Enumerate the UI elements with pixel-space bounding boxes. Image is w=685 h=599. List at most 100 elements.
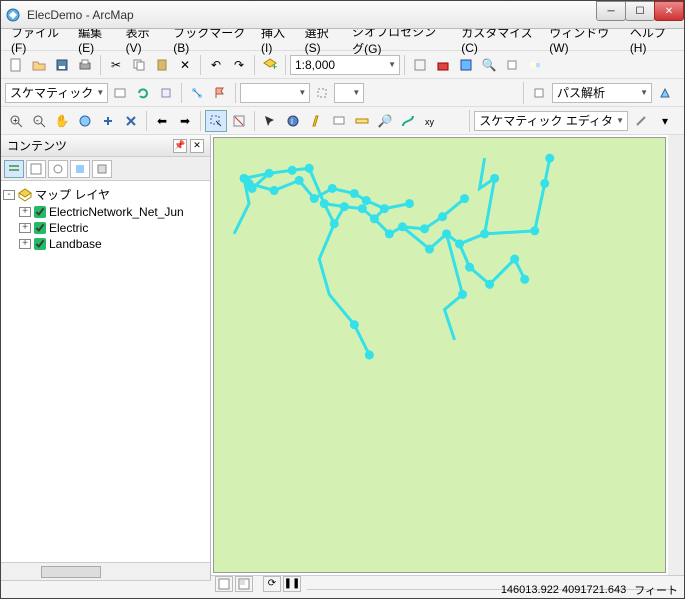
schematic-editor-dropdown-icon[interactable]: ▾: [654, 110, 676, 132]
cut-button[interactable]: ✂: [105, 54, 127, 76]
open-button[interactable]: [28, 54, 50, 76]
new-button[interactable]: [5, 54, 27, 76]
svg-text:i: i: [291, 116, 293, 126]
expand-icon[interactable]: +: [19, 207, 31, 217]
html-popup-icon[interactable]: [328, 110, 350, 132]
svg-text:+: +: [13, 116, 18, 125]
delete-button[interactable]: ✕: [174, 54, 196, 76]
toc-layer-1[interactable]: + Electric: [3, 220, 208, 236]
layer-name: ElectricNetwork_Net_Jun: [49, 205, 184, 219]
data-view-button[interactable]: [215, 576, 233, 592]
toc-header: コンテンツ 📌 ✕: [1, 135, 210, 157]
toc-layer-2[interactable]: + Landbase: [3, 236, 208, 252]
find-icon[interactable]: 🔎: [374, 110, 396, 132]
schematic-update-icon[interactable]: [132, 82, 154, 104]
svg-text:+: +: [272, 62, 277, 72]
prev-extent-icon[interactable]: ⬅: [151, 110, 173, 132]
toc-list-by-visibility[interactable]: [48, 160, 68, 178]
go-to-xy-icon[interactable]: xy: [420, 110, 442, 132]
full-extent-icon[interactable]: [74, 110, 96, 132]
map-view[interactable]: [213, 137, 666, 573]
toolbar-schematic-row: スケマティック パス解析: [1, 79, 684, 107]
measure-icon[interactable]: [351, 110, 373, 132]
add-data-button[interactable]: +: [259, 54, 281, 76]
toc-layer-0[interactable]: + ElectricNetwork_Net_Jun: [3, 204, 208, 220]
schematic-editor-tool-icon[interactable]: [630, 110, 652, 132]
scale-combo[interactable]: 1:8,000: [290, 55, 400, 75]
toc-title: コンテンツ: [7, 137, 67, 154]
schematic-editor-combo[interactable]: スケマティック エディタ: [474, 111, 628, 131]
layer-visibility-checkbox[interactable]: [34, 238, 46, 250]
dataframe-icon: [18, 188, 32, 202]
toc-list-by-source[interactable]: [26, 160, 46, 178]
schematic-subset-icon[interactable]: [311, 82, 333, 104]
schematic-select-combo[interactable]: [240, 83, 310, 103]
scrollbar-thumb[interactable]: [41, 566, 101, 578]
expand-icon[interactable]: -: [3, 190, 15, 200]
identify-icon[interactable]: i: [282, 110, 304, 132]
network-analyst-combo[interactable]: パス解析: [552, 83, 652, 103]
schematic-editor-label: スケマティック エディタ: [479, 112, 613, 129]
schematic-flags-icon[interactable]: [209, 82, 231, 104]
search-icon[interactable]: 🔍: [478, 54, 500, 76]
toolbox-icon[interactable]: [432, 54, 454, 76]
toc-panel: コンテンツ 📌 ✕ - マップ レイヤ + ElectricNetwork_Ne…: [1, 135, 211, 580]
fixed-zoom-in-icon[interactable]: [97, 110, 119, 132]
schematic-generate-icon[interactable]: [155, 82, 177, 104]
toc-list-by-drawing-order[interactable]: [4, 160, 24, 178]
svg-text:-: -: [36, 116, 39, 125]
toolbar-tools-row: + - ✋ ⬅ ➡ i 🔎 xy スケマティック エディタ ▾: [1, 107, 684, 135]
toc-list-by-selection[interactable]: [70, 160, 90, 178]
select-features-icon[interactable]: [205, 110, 227, 132]
toc-pin-icon[interactable]: 📌: [173, 139, 187, 153]
clear-selection-icon[interactable]: [228, 110, 250, 132]
pause-drawing-button[interactable]: ❚❚: [283, 576, 301, 592]
schematic-layout-icon[interactable]: [186, 82, 208, 104]
toc-close-icon[interactable]: ✕: [190, 139, 204, 153]
minimize-button[interactable]: ─: [596, 1, 626, 21]
catalog-icon[interactable]: [455, 54, 477, 76]
refresh-button[interactable]: ⟳: [263, 576, 281, 592]
schematic-dropdown[interactable]: スケマティック: [5, 83, 108, 103]
print-button[interactable]: [74, 54, 96, 76]
undo-button[interactable]: ↶: [205, 54, 227, 76]
fixed-zoom-out-icon[interactable]: [120, 110, 142, 132]
na-flag-icon[interactable]: [528, 82, 550, 104]
python-icon[interactable]: [501, 54, 523, 76]
schematic-label: スケマティック: [10, 84, 93, 101]
layer-visibility-checkbox[interactable]: [34, 206, 46, 218]
maximize-button[interactable]: ☐: [625, 1, 655, 21]
path-analysis-label: パス解析: [557, 84, 605, 101]
toc-horizontal-scrollbar[interactable]: [1, 562, 210, 580]
next-extent-icon[interactable]: ➡: [174, 110, 196, 132]
toc-options[interactable]: [92, 160, 112, 178]
toc-tree: - マップ レイヤ + ElectricNetwork_Net_Jun + El…: [1, 181, 210, 562]
zoom-in-icon[interactable]: +: [5, 110, 27, 132]
svg-text:xy: xy: [425, 117, 435, 127]
toc-root-label: マップ レイヤ: [35, 186, 110, 203]
layer-visibility-checkbox[interactable]: [34, 222, 46, 234]
close-button[interactable]: ✕: [654, 1, 684, 21]
redo-button[interactable]: ↷: [228, 54, 250, 76]
scale-value: 1:8,000: [295, 58, 335, 72]
paste-button[interactable]: [151, 54, 173, 76]
zoom-out-icon[interactable]: -: [28, 110, 50, 132]
find-route-icon[interactable]: [397, 110, 419, 132]
expand-icon[interactable]: +: [19, 223, 31, 233]
schematic-create-icon[interactable]: [109, 82, 131, 104]
editor-toolbar-icon[interactable]: [409, 54, 431, 76]
expand-icon[interactable]: +: [19, 239, 31, 249]
layout-view-button[interactable]: [235, 576, 253, 592]
save-button[interactable]: [51, 54, 73, 76]
schematic-tool-combo[interactable]: [334, 83, 364, 103]
select-elements-icon[interactable]: [259, 110, 281, 132]
copy-button[interactable]: [128, 54, 150, 76]
hyperlink-icon[interactable]: [305, 110, 327, 132]
na-solve-icon[interactable]: [654, 82, 676, 104]
model-builder-icon[interactable]: [524, 54, 546, 76]
toc-tabs: [1, 157, 210, 181]
map-vertical-scrollbar[interactable]: [668, 135, 684, 575]
pan-icon[interactable]: ✋: [51, 110, 73, 132]
toc-root[interactable]: - マップ レイヤ: [3, 185, 208, 204]
titlebar: ElecDemo - ArcMap ─ ☐ ✕: [1, 1, 684, 29]
